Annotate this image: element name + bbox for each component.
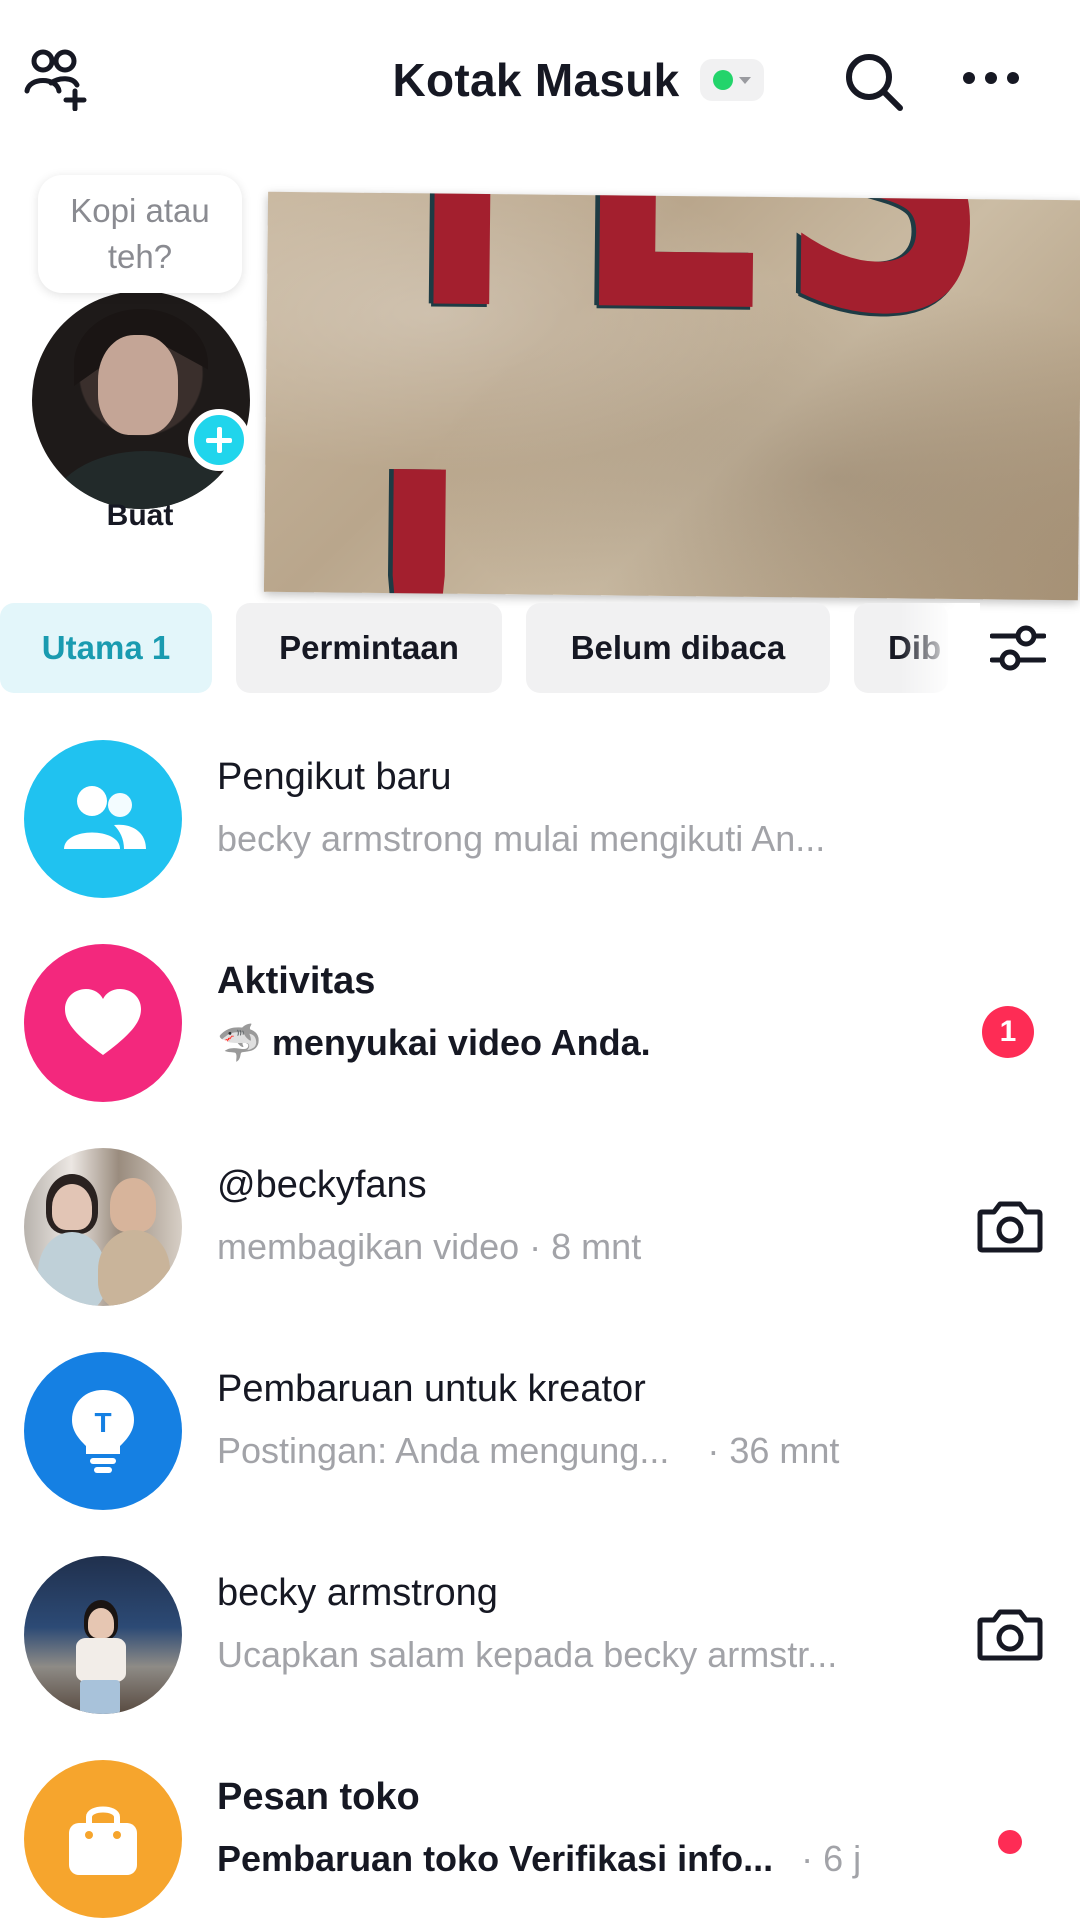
row-subtitle: becky armstrong mulai mengikuti An... (217, 818, 826, 859)
unread-dot (998, 1830, 1022, 1854)
avatar[interactable] (32, 291, 250, 509)
header: Kotak Masuk (0, 0, 1080, 160)
list-item-becky-armstrong[interactable]: becky armstrong Ucapkan salam kepada bec… (0, 1546, 1080, 1750)
row-title: becky armstrong (217, 1572, 498, 1614)
shark-emoji: 🦈 (217, 1022, 262, 1063)
lightbulb-icon: T (24, 1352, 182, 1510)
camera-icon[interactable] (976, 1604, 1044, 1664)
row-title: Pesan toko (217, 1776, 420, 1818)
list-item-creator-updates[interactable]: T Pembaruan untuk kreator Postingan: And… (0, 1342, 1080, 1546)
list-item-beckyfans[interactable]: @beckyfans membagikan video · 8 mnt (0, 1138, 1080, 1342)
row-subtitle: Ucapkan salam kepada becky armstr... (217, 1634, 838, 1675)
shopping-bag-icon (24, 1760, 182, 1918)
row-subtitle-text: menyukai video Anda. (271, 1022, 651, 1063)
row-subtitle: Pembaruan toko Verifikasi info... · 6 j (217, 1838, 861, 1880)
row-title: Pembaruan untuk kreator (217, 1368, 646, 1410)
row-subtitle: Postingan: Anda mengung... · 36 mnt (217, 1430, 839, 1472)
row-time: · 6 j (801, 1838, 862, 1879)
tab-permintaan[interactable]: Permintaan (236, 603, 502, 693)
title-wrap: Kotak Masuk (0, 48, 1080, 112)
page-title: Kotak Masuk (392, 54, 680, 106)
create-story[interactable]: Kopi atau teh? Buat (30, 165, 250, 535)
heart-icon (24, 944, 182, 1102)
tab-utama[interactable]: Utama 1 (0, 603, 212, 693)
yes-sticker-text: YES ! (348, 192, 997, 601)
search-icon[interactable] (836, 44, 912, 120)
camera-icon[interactable] (976, 1196, 1044, 1256)
list-item-activity[interactable]: Aktivitas 🦈 menyukai video Anda. 1 (0, 934, 1080, 1138)
svg-text:T: T (94, 1407, 111, 1438)
row-title: @beckyfans (217, 1164, 427, 1206)
online-status-toggle[interactable] (699, 59, 764, 101)
create-label: Buat (106, 499, 174, 532)
tab-belum-dibaca[interactable]: Belum dibaca (526, 603, 830, 693)
tab-fade (900, 603, 980, 693)
yes-sticker: YES ! (263, 191, 1080, 601)
row-time: · 36 mnt (707, 1430, 840, 1471)
row-subtitle-text: Pembaruan toko Verifikasi info... (217, 1838, 774, 1879)
row-title: Pengikut baru (217, 756, 452, 798)
list-item-shop-messages[interactable]: Pesan toko Pembaruan toko Verifikasi inf… (0, 1750, 1080, 1920)
row-subtitle: membagikan video · 8 mnt (217, 1226, 642, 1267)
row-subtitle: 🦈 menyukai video Anda. (217, 1022, 651, 1064)
followers-icon (24, 740, 182, 898)
row-title: Aktivitas (217, 960, 376, 1002)
filter-icon[interactable] (989, 622, 1047, 674)
more-icon[interactable] (956, 58, 1026, 98)
row-subtitle-text: Postingan: Anda mengung... (217, 1430, 670, 1471)
avatar (24, 1148, 182, 1306)
note-bubble[interactable]: Kopi atau teh? (38, 175, 242, 293)
unread-count-badge: 1 (982, 1006, 1034, 1058)
plus-icon[interactable] (188, 409, 250, 471)
chevron-down-icon (738, 76, 751, 84)
list-item-new-followers[interactable]: Pengikut baru becky armstrong mulai meng… (0, 730, 1080, 934)
avatar (24, 1556, 182, 1714)
online-status-dot (712, 70, 733, 90)
inbox-tabs: Utama 1 Permintaan Belum dibaca Dib (0, 603, 1080, 693)
